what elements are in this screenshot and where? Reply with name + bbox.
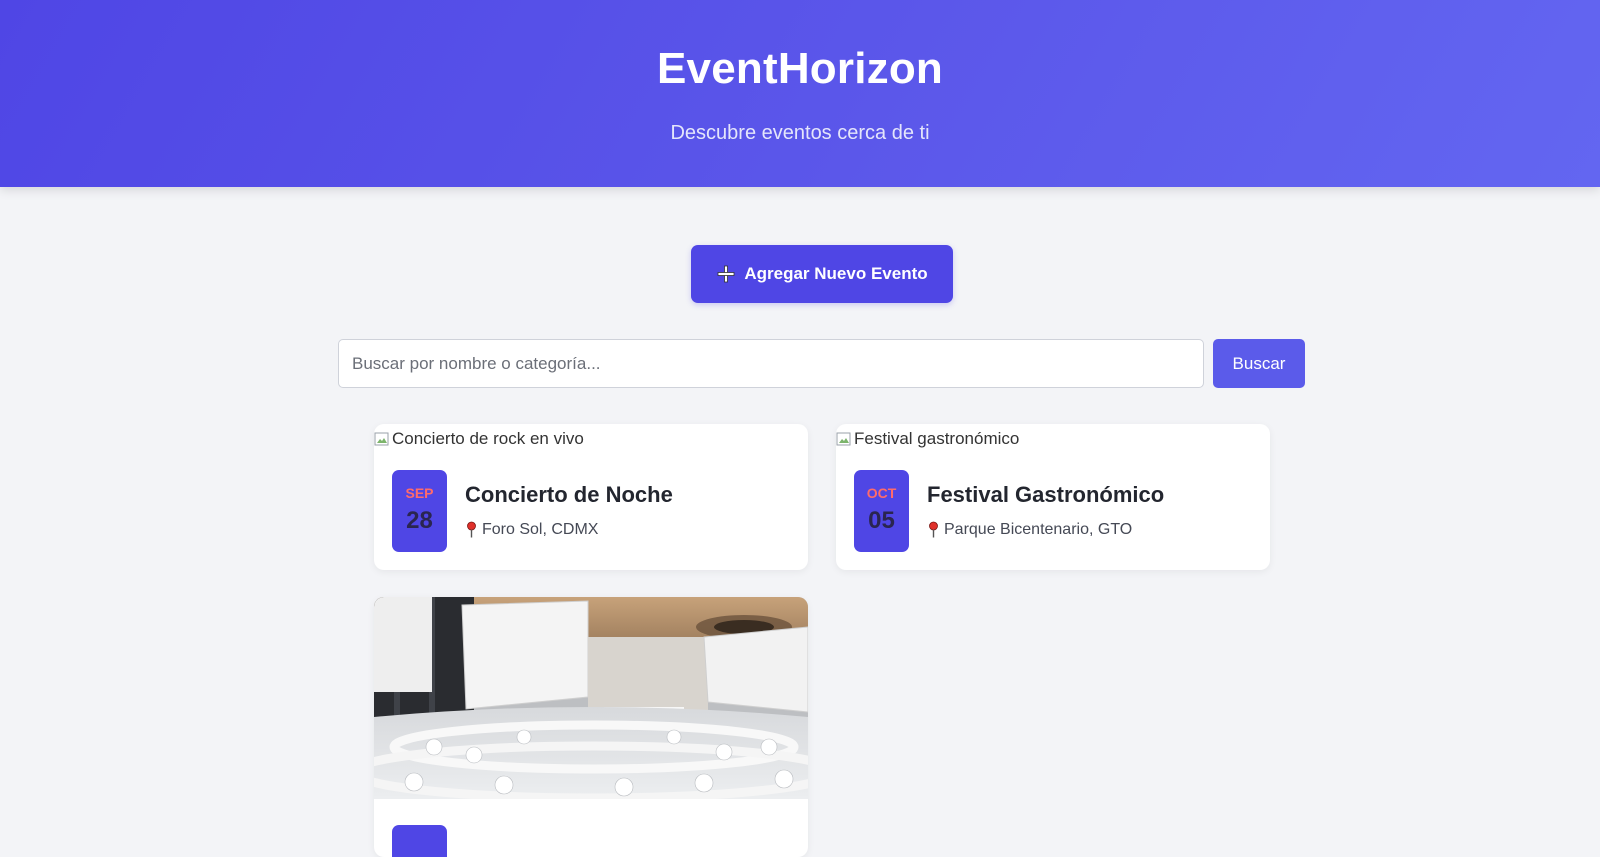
event-image: Concierto de rock en vivo (374, 429, 584, 449)
hero-header: EventHorizon Descubre eventos cerca de t… (0, 0, 1600, 187)
event-title[interactable]: Concierto de Noche (465, 482, 673, 508)
page-subtitle: Descubre eventos cerca de ti (670, 122, 930, 144)
event-location: Parque Bicentenario, GTO (927, 521, 1132, 539)
event-location: Foro Sol, CDMX (465, 521, 598, 539)
broken-image-icon (836, 431, 852, 447)
event-location-text: Parque Bicentenario, GTO (944, 521, 1133, 538)
date-day: 28 (406, 507, 433, 534)
date-month: OCT (866, 485, 897, 501)
event-card[interactable]: Festival gastronómico OCT 05 Festival Ga… (836, 424, 1270, 570)
search-button[interactable]: Buscar (1213, 339, 1305, 388)
event-image: Festival gastronómico (836, 429, 1019, 449)
event-image-alt: Festival gastronómico (854, 429, 1020, 448)
search-input[interactable] (338, 339, 1204, 388)
date-badge: SEP 28 (392, 470, 447, 552)
add-event-button[interactable]: Agregar Nuevo Evento (691, 245, 953, 303)
add-event-label: Agregar Nuevo Evento (744, 264, 928, 283)
pushpin-icon (465, 521, 478, 539)
event-title[interactable]: Festival Gastronómico (927, 482, 1164, 508)
pushpin-icon (927, 521, 940, 539)
event-location-text: Foro Sol, CDMX (482, 521, 599, 538)
conference-hall-photo (374, 597, 808, 799)
plus-icon (716, 264, 736, 284)
page-title: EventHorizon (657, 44, 943, 93)
event-image-alt: Concierto de rock en vivo (392, 429, 584, 448)
date-badge (392, 825, 447, 857)
broken-image-icon (374, 431, 390, 447)
date-day: 05 (868, 507, 895, 534)
date-badge: OCT 05 (854, 470, 909, 552)
date-month: SEP (405, 485, 434, 501)
event-card[interactable] (374, 597, 808, 857)
event-card[interactable]: Concierto de rock en vivo SEP 28 Concier… (374, 424, 808, 570)
